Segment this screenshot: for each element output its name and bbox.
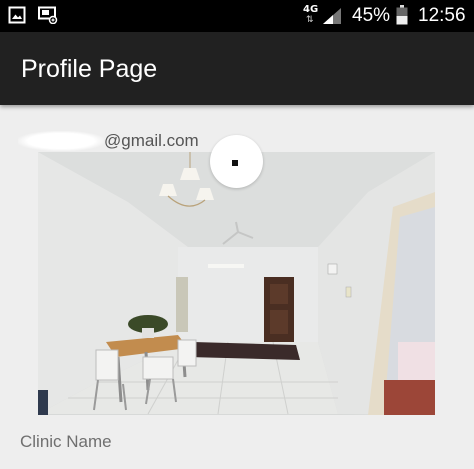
network-activity-icon: ⇅ [306, 15, 314, 25]
image-notification-icon [8, 6, 26, 29]
room-photo-image [38, 152, 435, 415]
signal-icon [322, 7, 342, 30]
cast-notification-icon [38, 6, 58, 29]
email-domain-text: @gmail.com [104, 131, 199, 150]
clock-time: 12:56 [418, 5, 466, 26]
page-title: Profile Page [21, 55, 158, 83]
network-type-label: 4G [303, 4, 319, 15]
clinic-name-field[interactable]: Clinic Name [20, 432, 112, 452]
clinic-photo[interactable] [38, 152, 435, 415]
redacted-email-username [18, 131, 104, 151]
profile-picture-icon [232, 160, 238, 166]
battery-percent: 45% [352, 5, 391, 26]
profile-picture-button[interactable] [210, 135, 263, 188]
status-bar: 4G ⇅ 45% 12:56 [0, 0, 474, 32]
battery-icon [396, 5, 408, 30]
